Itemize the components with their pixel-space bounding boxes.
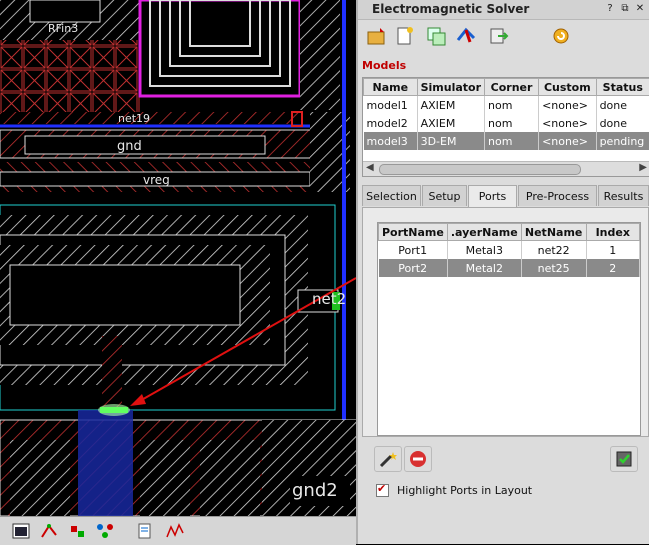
graph-icon[interactable] [164, 521, 186, 541]
layout-drawing [0, 0, 356, 516]
model-corner: nom [485, 114, 539, 132]
document-icon[interactable] [134, 521, 156, 541]
net-label-vreg: vreg [143, 173, 170, 187]
port-layer: Metal2 [447, 259, 521, 277]
model-simulator: AXIEM [417, 114, 484, 132]
highlight-ports-checkbox[interactable]: ✔ [376, 484, 389, 497]
ports-tab-content: PortName .ayerName NetName Index Port1 M… [362, 207, 649, 437]
checkmark-icon: ✔ [377, 482, 386, 495]
col-name[interactable]: Name [364, 79, 418, 96]
component-icon[interactable] [66, 521, 88, 541]
port-net: net22 [521, 241, 586, 260]
col-simulator[interactable]: Simulator [417, 79, 484, 96]
port-index: 2 [586, 259, 639, 277]
net-label-net2: net2 [312, 290, 346, 308]
help-button[interactable]: ? [603, 2, 617, 16]
port-name: Port2 [379, 259, 448, 277]
wand-icon [378, 450, 398, 468]
port-name: Port1 [379, 241, 448, 260]
scroll-left-icon[interactable]: ◀ [366, 162, 374, 173]
float-button[interactable]: ⧉ [618, 2, 632, 16]
panel-toolbar [358, 20, 649, 52]
tab-ports[interactable]: Ports [468, 185, 517, 208]
net-label-rfin3: RFin3 [48, 22, 78, 35]
model-simulator: 3D-EM [417, 132, 484, 150]
panel-tabs: Selection Setup Ports Pre-Process Result… [362, 185, 649, 207]
minus-circle-icon [409, 450, 427, 468]
table-row[interactable]: model1 AXIEM nom <none> done [364, 96, 649, 115]
document-new-icon[interactable] [392, 24, 418, 48]
port-index: 1 [586, 241, 639, 260]
close-button[interactable]: ✕ [633, 2, 647, 16]
ports-header-row: PortName .ayerName NetName Index [379, 224, 640, 241]
layout-view-icon[interactable] [10, 521, 32, 541]
models-section-label: Models [362, 59, 406, 72]
new-model-icon[interactable] [364, 24, 390, 48]
layout-canvas[interactable]: RFin3 net19 gnd vreg net2 gnd2 [0, 0, 356, 516]
col-corner[interactable]: Corner [485, 79, 539, 96]
port-layer: Metal3 [447, 241, 521, 260]
col-index[interactable]: Index [586, 224, 639, 241]
col-custom[interactable]: Custom [539, 79, 597, 96]
layout-toolbar [0, 516, 356, 545]
col-netname[interactable]: NetName [521, 224, 586, 241]
em-solver-panel: Electromagnetic Solver ? ⧉ ✕ Models Name [356, 0, 649, 544]
highlight-ports-label: Highlight Ports in Layout [397, 484, 532, 497]
model-corner: nom [485, 132, 539, 150]
models-horizontal-scrollbar[interactable]: ◀ ▶ [363, 161, 649, 176]
table-row[interactable]: Port1 Metal3 net22 1 [379, 241, 640, 260]
tab-selection[interactable]: Selection [362, 185, 421, 206]
model-name: model2 [364, 114, 418, 132]
model-status: pending [596, 132, 649, 150]
network-icon[interactable] [94, 521, 116, 541]
net-label-net19: net19 [118, 112, 150, 125]
refresh-icon[interactable] [548, 24, 574, 48]
ports-table[interactable]: PortName .ayerName NetName Index Port1 M… [377, 222, 641, 436]
tab-results[interactable]: Results [598, 185, 649, 206]
model-custom: <none> [539, 96, 597, 115]
net-label-gnd2: gnd2 [292, 480, 338, 501]
simulate-icon[interactable] [454, 24, 480, 48]
add-port-button[interactable] [374, 446, 402, 472]
route-icon[interactable] [38, 521, 60, 541]
model-custom: <none> [539, 114, 597, 132]
model-simulator: AXIEM [417, 96, 484, 115]
table-row[interactable]: Port2 Metal2 net25 2 [379, 259, 640, 277]
models-header-row: Name Simulator Corner Custom Status [364, 79, 649, 96]
col-portname[interactable]: PortName [379, 224, 448, 241]
apply-ports-button[interactable] [610, 446, 638, 472]
chip-check-icon [614, 449, 634, 469]
net-label-gnd: gnd [117, 139, 142, 154]
model-custom: <none> [539, 132, 597, 150]
copy-icon[interactable] [424, 24, 450, 48]
tab-pre-process[interactable]: Pre-Process [518, 185, 597, 206]
models-table[interactable]: Name Simulator Corner Custom Status mode… [362, 77, 649, 177]
panel-titlebar: Electromagnetic Solver ? ⧉ ✕ [358, 0, 649, 20]
scrollbar-thumb[interactable] [379, 164, 581, 175]
port-net: net25 [521, 259, 586, 277]
model-corner: nom [485, 96, 539, 115]
col-layername[interactable]: .ayerName [447, 224, 521, 241]
model-status: done [596, 114, 649, 132]
scroll-right-icon[interactable]: ▶ [639, 162, 647, 173]
col-status[interactable]: Status [596, 79, 649, 96]
highlight-ports-option[interactable]: ✔ Highlight Ports in Layout [376, 484, 532, 497]
model-name: model3 [364, 132, 418, 150]
model-name: model1 [364, 96, 418, 115]
panel-title: Electromagnetic Solver [372, 2, 529, 16]
remove-port-button[interactable] [404, 446, 432, 472]
table-row[interactable]: model2 AXIEM nom <none> done [364, 114, 649, 132]
model-status: done [596, 96, 649, 115]
table-row[interactable]: model3 3D-EM nom <none> pending [364, 132, 649, 150]
tab-setup[interactable]: Setup [422, 185, 467, 206]
export-icon[interactable] [486, 24, 512, 48]
